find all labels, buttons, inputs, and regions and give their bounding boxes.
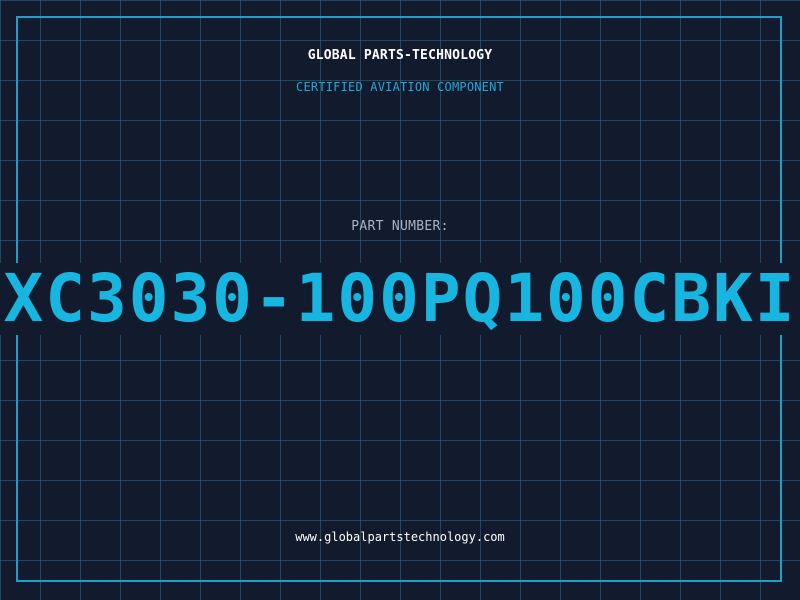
website-url: www.globalpartstechnology.com: [295, 530, 505, 544]
certification-subtitle: CERTIFIED AVIATION COMPONENT: [296, 80, 504, 94]
part-number-band: XC3030-100PQ100CBKI: [0, 263, 800, 335]
part-number-value: XC3030-100PQ100CBKI: [3, 263, 797, 335]
brand-title: GLOBAL PARTS-TECHNOLOGY: [307, 48, 493, 63]
part-number-label: PART NUMBER:: [351, 219, 449, 234]
